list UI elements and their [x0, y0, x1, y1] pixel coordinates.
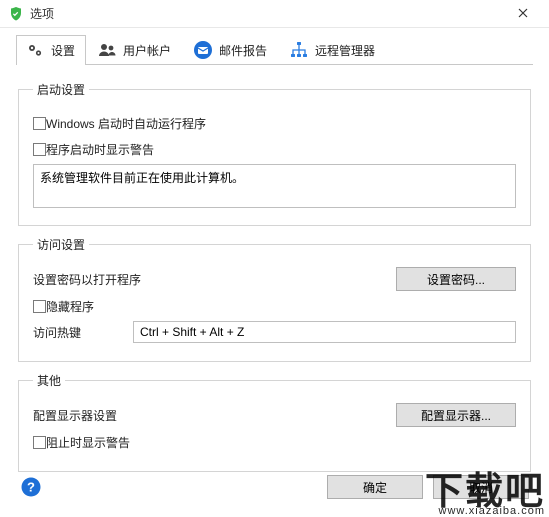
label-config-monitor: 配置显示器设置 — [33, 407, 117, 424]
tab-label: 远程管理器 — [315, 42, 375, 59]
title-bar: 选项 — [0, 0, 549, 28]
close-button[interactable] — [503, 1, 543, 27]
group-startup: 启动设置 Windows 启动时自动运行程序 程序启动时显示警告 — [18, 81, 531, 226]
group-legend: 启动设置 — [33, 81, 89, 98]
group-legend: 其他 — [33, 372, 65, 389]
group-access: 访问设置 设置密码以打开程序 设置密码... 隐藏程序 访问热键 — [18, 236, 531, 362]
tab-content: 启动设置 Windows 启动时自动运行程序 程序启动时显示警告 访问设置 设置… — [0, 65, 549, 492]
label-set-password: 设置密码以打开程序 — [33, 271, 141, 288]
tab-accounts[interactable]: 用户帐户 — [88, 35, 182, 65]
checkbox-show-warn-on-start[interactable] — [33, 143, 46, 156]
hotkey-input[interactable] — [133, 321, 516, 343]
svg-text:?: ? — [27, 480, 35, 495]
watermark-url: www.xiazaiba.com — [425, 505, 545, 517]
gears-icon — [25, 40, 45, 60]
label-autorun: Windows 启动时自动运行程序 — [46, 115, 206, 132]
tab-remote-manager[interactable]: 远程管理器 — [280, 35, 386, 65]
mail-icon — [193, 40, 213, 60]
checkbox-hide-program[interactable] — [33, 300, 46, 313]
tab-mail-report[interactable]: 邮件报告 — [184, 35, 278, 65]
label-hide-program: 隐藏程序 — [46, 298, 94, 315]
label-show-warn-on-start: 程序启动时显示警告 — [46, 141, 154, 158]
users-icon — [97, 40, 117, 60]
label-block-warn: 阻止时显示警告 — [46, 434, 130, 451]
label-hotkey: 访问热键 — [33, 324, 133, 341]
set-password-button[interactable]: 设置密码... — [396, 267, 516, 291]
ok-button[interactable]: 确定 — [327, 475, 423, 499]
window-title: 选项 — [30, 5, 503, 22]
tab-label: 用户帐户 — [123, 42, 171, 59]
cancel-button[interactable]: 取消 — [433, 475, 529, 499]
startup-warning-text[interactable] — [33, 164, 516, 208]
configure-monitor-button[interactable]: 配置显示器... — [396, 403, 516, 427]
tab-label: 邮件报告 — [219, 42, 267, 59]
checkbox-autorun[interactable] — [33, 117, 46, 130]
close-icon — [518, 7, 528, 21]
help-icon[interactable]: ? — [20, 476, 42, 498]
group-legend: 访问设置 — [33, 236, 89, 253]
tab-strip: 设置 用户帐户 邮件报告 远程管理器 — [16, 34, 533, 65]
tab-settings[interactable]: 设置 — [16, 35, 86, 65]
dialog-button-bar: ? 确定 取消 — [0, 475, 549, 499]
checkbox-block-warn[interactable] — [33, 436, 46, 449]
group-other: 其他 配置显示器设置 配置显示器... 阻止时显示警告 — [18, 372, 531, 472]
network-icon — [289, 40, 309, 60]
app-shield-icon — [8, 6, 24, 22]
tab-label: 设置 — [51, 42, 75, 59]
